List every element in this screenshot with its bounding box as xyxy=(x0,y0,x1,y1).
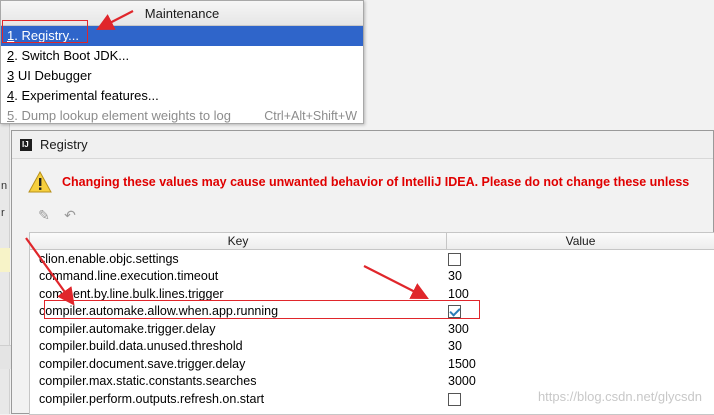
table-row[interactable]: compiler.automake.allow.when.app.running xyxy=(30,303,714,321)
background-highlight xyxy=(0,248,10,272)
column-header-value[interactable]: Value xyxy=(447,233,714,249)
registry-key: compiler.build.data.unused.threshold xyxy=(39,339,243,354)
warning-text: Changing these values may cause unwanted… xyxy=(62,175,690,189)
registry-value[interactable]: 1500 xyxy=(447,357,714,371)
background-editor-char: r xyxy=(1,207,5,219)
registry-value xyxy=(447,304,714,319)
registry-toolbar: ✎ ↶ xyxy=(36,207,78,223)
registry-key: compiler.automake.allow.when.app.running xyxy=(39,304,279,319)
menu-item-label: . Experimental features... xyxy=(14,88,159,103)
checkbox[interactable] xyxy=(448,392,461,406)
registry-dialog: IJ Registry Changing these values may ca… xyxy=(11,130,714,415)
checkbox-checked[interactable] xyxy=(448,305,461,319)
table-row[interactable]: compiler.max.static.constants.searches 30… xyxy=(30,373,714,391)
registry-table: Key Value clion.enable.objc.settings comm… xyxy=(29,232,714,415)
intellij-app-icon: IJ xyxy=(20,138,32,151)
menu-item-label: . Dump lookup element weights to log xyxy=(14,108,232,123)
table-row[interactable]: compiler.document.save.trigger.delay 1500 xyxy=(30,355,714,373)
background-editor-char: n xyxy=(1,180,8,192)
registry-value xyxy=(447,252,714,266)
table-row[interactable]: compiler.automake.trigger.delay 300 xyxy=(30,320,714,338)
table-body: clion.enable.objc.settings command.line.e… xyxy=(30,250,714,408)
menu-item-label: . Switch Boot JDK... xyxy=(14,48,130,63)
registry-value[interactable]: 30 xyxy=(447,269,714,283)
registry-titlebar[interactable]: IJ Registry xyxy=(12,131,713,159)
table-row[interactable]: compiler.build.data.unused.threshold 30 xyxy=(30,338,714,356)
registry-key: compiler.max.static.constants.searches xyxy=(39,374,257,389)
warning-icon xyxy=(28,171,52,193)
table-row[interactable]: comment.by.line.bulk.lines.trigger 100 xyxy=(30,285,714,303)
menu-item-shortcut: Ctrl+Alt+Shift+W xyxy=(264,109,357,123)
menu-item-label: UI Debugger xyxy=(14,68,92,83)
registry-value[interactable]: 300 xyxy=(447,322,714,336)
registry-value[interactable]: 100 xyxy=(447,287,714,301)
column-header-key[interactable]: Key xyxy=(30,233,447,249)
table-row[interactable]: command.line.execution.timeout 30 xyxy=(30,268,714,286)
registry-key: comment.by.line.bulk.lines.trigger xyxy=(39,286,224,301)
watermark: https://blog.csdn.net/glycsdn xyxy=(537,389,702,404)
registry-title: Registry xyxy=(40,137,88,152)
menu-item-registry[interactable]: 1. Registry... xyxy=(1,26,363,46)
checkbox[interactable] xyxy=(448,252,461,266)
registry-key: compiler.automake.trigger.delay xyxy=(39,321,216,336)
registry-value[interactable]: 3000 xyxy=(447,374,714,388)
menu-item-ui-debugger[interactable]: 3 UI Debugger xyxy=(1,66,363,86)
edit-icon[interactable]: ✎ xyxy=(36,207,52,223)
registry-key: compiler.document.save.trigger.delay xyxy=(39,356,246,371)
undo-icon[interactable]: ↶ xyxy=(62,207,78,223)
table-header: Key Value xyxy=(30,233,714,250)
registry-key: command.line.execution.timeout xyxy=(39,269,219,284)
table-row[interactable]: clion.enable.objc.settings xyxy=(30,250,714,268)
registry-value[interactable]: 30 xyxy=(447,339,714,353)
menu-item-switch-boot-jdk[interactable]: 2. Switch Boot JDK... xyxy=(1,46,363,66)
menu-item-label: . Registry... xyxy=(14,28,80,43)
warning-banner: Changing these values may cause unwanted… xyxy=(12,165,714,199)
maintenance-popup: Maintenance 1. Registry... 2. Switch Boo… xyxy=(0,0,364,124)
registry-key: clion.enable.objc.settings xyxy=(39,251,179,266)
menu-item-experimental-features[interactable]: 4. Experimental features... xyxy=(1,86,363,106)
menu-item-dump-lookup-weights: 5. Dump lookup element weights to log Ct… xyxy=(1,106,363,126)
registry-key: compiler.perform.outputs.refresh.on.star… xyxy=(39,391,265,406)
maintenance-title: Maintenance xyxy=(1,1,363,26)
